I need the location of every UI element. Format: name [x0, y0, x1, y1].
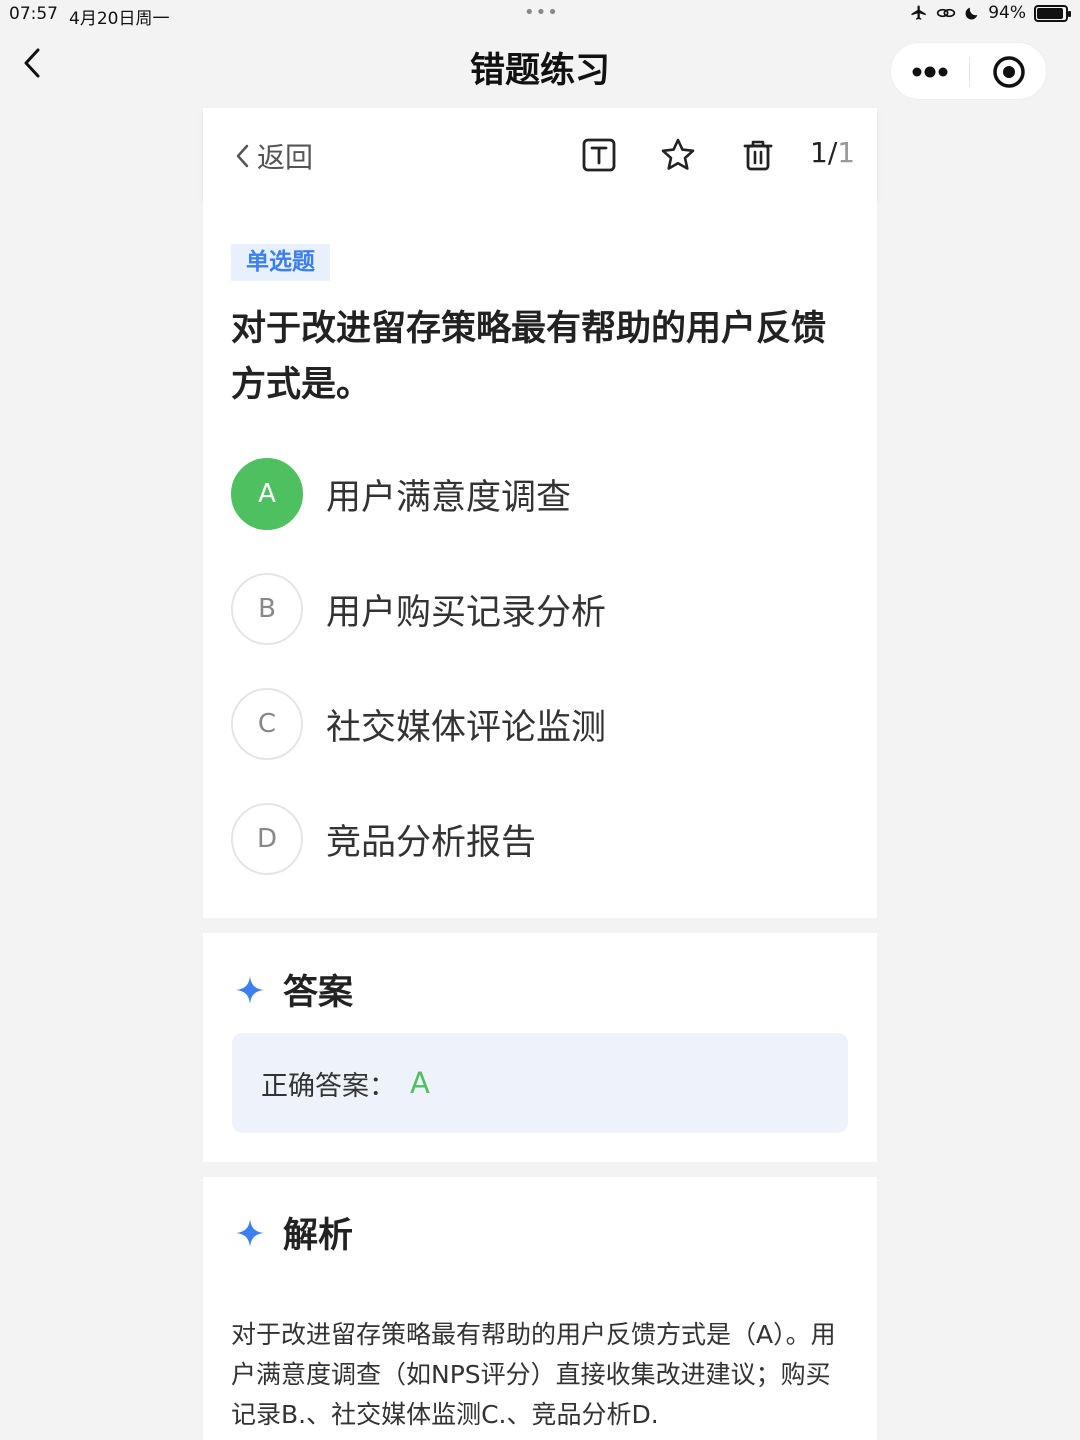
counter-current: 1: [810, 136, 828, 169]
correct-answer-label: 正确答案：: [261, 1070, 396, 1102]
option-letter: A: [231, 458, 303, 530]
more-icon[interactable]: [911, 60, 949, 84]
nav-bar: 错题练习: [0, 30, 1080, 108]
analysis-card: 解析 对于改进留存策略最有帮助的用户反馈方式是（A）。用户满意度调查（如NPS评…: [203, 1177, 877, 1440]
question-card: 单选题 对于改进留存策略最有帮助的用户反馈方式是。 A 用户满意度调查 B 用户…: [203, 201, 877, 918]
question-toolbar: 返回 1/1: [203, 108, 877, 201]
moon-icon: [965, 7, 978, 20]
option-d[interactable]: D 竞品分析报告: [231, 803, 831, 875]
analysis-heading: 解析: [235, 1207, 353, 1258]
answer-title: 答案: [283, 973, 354, 1013]
star-icon[interactable]: [660, 137, 696, 173]
status-date: 4月20日周一: [69, 9, 170, 29]
option-b[interactable]: B 用户购买记录分析: [231, 573, 831, 645]
option-text: 竞品分析报告: [326, 822, 537, 863]
option-letter: C: [231, 688, 303, 760]
status-bar: 07:57 4月20日周一 ••• 94%: [0, 0, 1080, 30]
question-text: 对于改进留存策略最有帮助的用户反馈方式是。: [231, 309, 827, 405]
option-c[interactable]: C 社交媒体评论监测: [231, 688, 831, 760]
status-right: 94%: [910, 3, 1071, 23]
sparkle-icon: [236, 975, 264, 1004]
option-letter: B: [231, 573, 303, 645]
trash-icon[interactable]: [740, 137, 776, 173]
mini-program-capsule: [890, 42, 1047, 100]
link-icon: [937, 8, 956, 18]
battery-percent: 94%: [988, 3, 1026, 23]
correct-answer-value: A: [410, 1066, 430, 1100]
target-icon[interactable]: [992, 55, 1026, 89]
option-text: 用户购买记录分析: [326, 592, 607, 633]
battery-fill: [1037, 7, 1064, 19]
analysis-title: 解析: [283, 1216, 354, 1256]
counter-total: 1: [837, 136, 856, 169]
option-letter: D: [231, 803, 303, 875]
option-text: 社交媒体评论监测: [326, 707, 607, 748]
correct-answer-box: 正确答案： A: [232, 1033, 848, 1133]
chevron-left-icon: [236, 144, 249, 168]
question-counter: 1/1: [810, 136, 855, 169]
capsule-divider: [969, 57, 970, 87]
airplane-icon: [911, 5, 926, 20]
status-time: 07:57: [9, 4, 58, 24]
answer-heading: 答案: [235, 964, 353, 1015]
multitask-dots[interactable]: •••: [524, 2, 559, 23]
counter-separator: /: [827, 136, 838, 169]
text-icon[interactable]: [581, 137, 617, 173]
answer-card: 答案 正确答案： A: [203, 933, 877, 1162]
back-label: 返回: [257, 141, 314, 174]
battery-icon: [1034, 4, 1071, 22]
question-type-badge: 单选题: [231, 244, 330, 281]
option-text: 用户满意度调查: [326, 477, 572, 518]
analysis-text: 对于改进留存策略最有帮助的用户反馈方式是（A）。用户满意度调查（如NPS评分）直…: [231, 1320, 836, 1429]
option-a[interactable]: A 用户满意度调查: [231, 458, 831, 530]
sparkle-icon: [236, 1218, 264, 1247]
back-button[interactable]: 返回: [233, 136, 313, 176]
